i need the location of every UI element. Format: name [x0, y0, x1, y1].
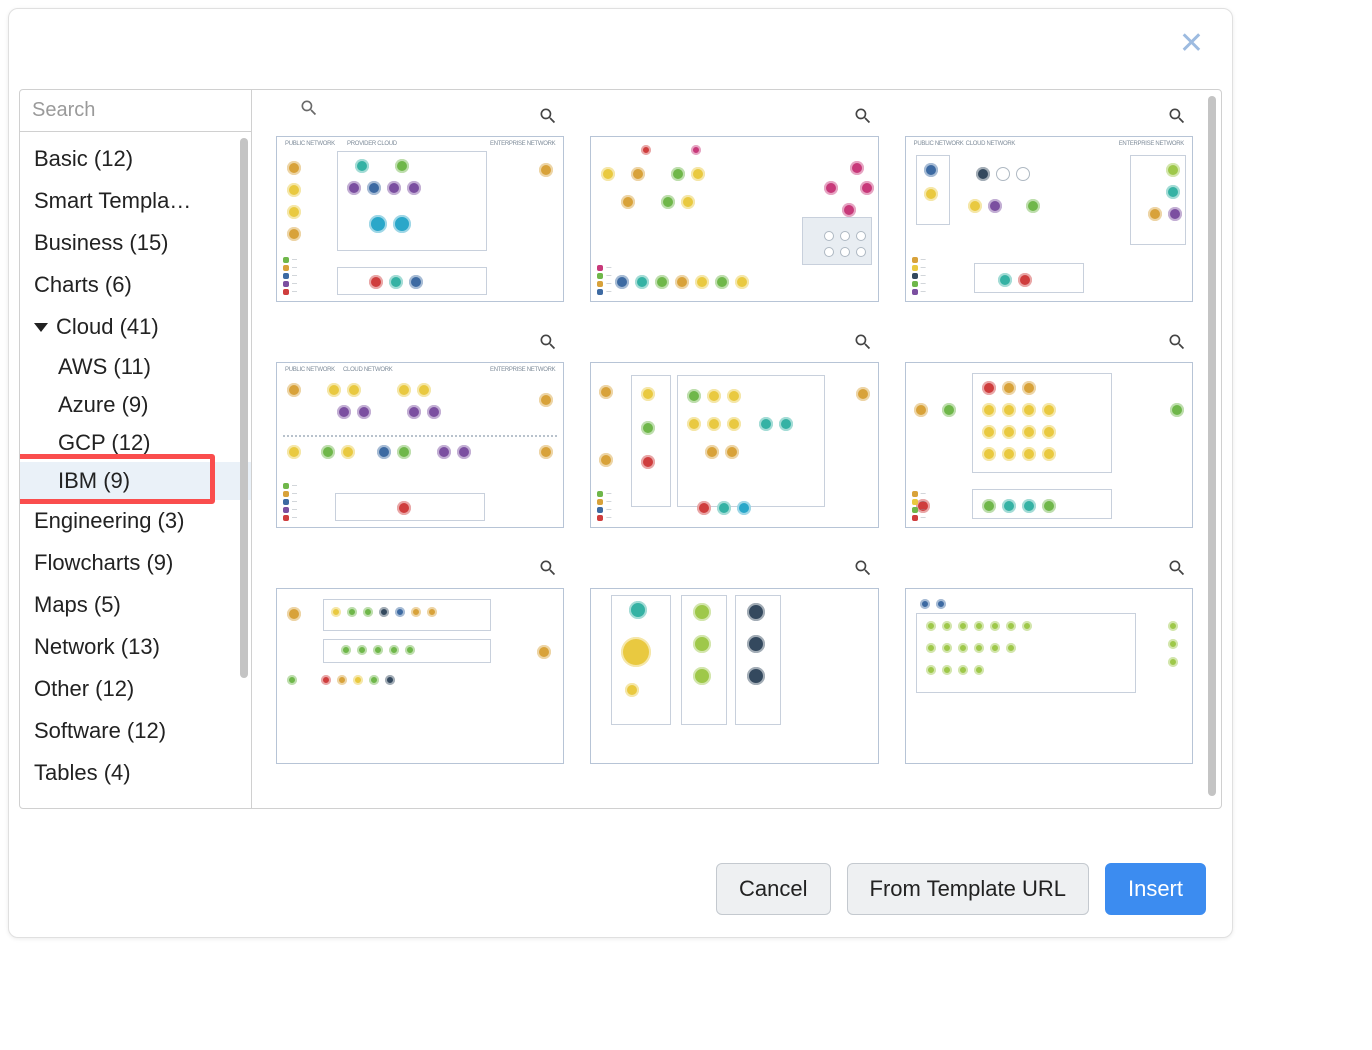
- zoom-icon[interactable]: [538, 332, 558, 357]
- category-network[interactable]: Network (13): [20, 626, 251, 668]
- zoom-icon[interactable]: [853, 106, 873, 131]
- sidebar-scrollbar[interactable]: [240, 138, 248, 678]
- template-tile[interactable]: [905, 554, 1193, 694]
- search-bar: [20, 90, 251, 132]
- category-flowcharts[interactable]: Flowcharts (9): [20, 542, 251, 584]
- category-maps[interactable]: Maps (5): [20, 584, 251, 626]
- subcategory-aws[interactable]: AWS (11): [20, 348, 251, 386]
- template-tile[interactable]: PUBLIC NETWORK PROVIDER CLOUD ENTERPRISE…: [276, 102, 564, 302]
- template-tile[interactable]: ————: [590, 102, 878, 302]
- template-thumbnail: PUBLIC NETWORK PROVIDER CLOUD ENTERPRISE…: [276, 136, 564, 302]
- zoom-icon[interactable]: [853, 558, 873, 583]
- subcategory-azure[interactable]: Azure (9): [20, 386, 251, 424]
- zoom-icon[interactable]: [538, 106, 558, 131]
- category-tree: Basic (12) Smart Templa… Business (15) C…: [20, 132, 251, 808]
- dialog-body: Basic (12) Smart Templa… Business (15) C…: [19, 89, 1222, 809]
- zoom-icon[interactable]: [1167, 106, 1187, 131]
- template-thumbnail: ————: [905, 362, 1193, 528]
- close-icon[interactable]: ✕: [1179, 29, 1204, 59]
- subcategory-ibm[interactable]: IBM (9): [20, 462, 251, 500]
- category-cloud[interactable]: Cloud (41): [20, 306, 251, 348]
- zoom-icon[interactable]: [1167, 332, 1187, 357]
- template-tile[interactable]: ————: [905, 328, 1193, 528]
- template-thumbnail: [905, 588, 1193, 764]
- category-business[interactable]: Business (15): [20, 222, 251, 264]
- template-thumbnail: ————: [590, 362, 878, 528]
- sidebar: Basic (12) Smart Templa… Business (15) C…: [20, 90, 252, 808]
- template-tile[interactable]: [276, 554, 564, 694]
- template-thumbnail: [276, 588, 564, 764]
- template-thumbnail: ————: [590, 136, 878, 302]
- template-thumbnail: [590, 588, 878, 764]
- category-other[interactable]: Other (12): [20, 668, 251, 710]
- subcategory-gcp[interactable]: GCP (12): [20, 424, 251, 462]
- template-thumbnail: PUBLIC NETWORK CLOUD NETWORK ENTERPRISE …: [276, 362, 564, 528]
- gallery-grid: PUBLIC NETWORK PROVIDER CLOUD ENTERPRISE…: [252, 90, 1221, 808]
- template-tile[interactable]: [590, 554, 878, 694]
- zoom-icon[interactable]: [853, 332, 873, 357]
- zoom-icon[interactable]: [538, 558, 558, 583]
- from-template-url-button[interactable]: From Template URL: [847, 863, 1089, 915]
- template-thumbnail: PUBLIC NETWORK CLOUD NETWORK ENTERPRISE …: [905, 136, 1193, 302]
- template-dialog: ✕ Basic (12) Smart Templa… Business (15)…: [8, 8, 1233, 938]
- category-engineering[interactable]: Engineering (3): [20, 500, 251, 542]
- template-tile[interactable]: ————: [590, 328, 878, 528]
- category-tables[interactable]: Tables (4): [20, 752, 251, 794]
- category-charts[interactable]: Charts (6): [20, 264, 251, 306]
- dialog-footer: Cancel From Template URL Insert: [716, 863, 1206, 915]
- template-tile[interactable]: PUBLIC NETWORK CLOUD NETWORK ENTERPRISE …: [276, 328, 564, 528]
- template-gallery: PUBLIC NETWORK PROVIDER CLOUD ENTERPRISE…: [252, 90, 1221, 808]
- category-basic[interactable]: Basic (12): [20, 138, 251, 180]
- category-software[interactable]: Software (12): [20, 710, 251, 752]
- zoom-icon[interactable]: [1167, 558, 1187, 583]
- gallery-scrollbar[interactable]: [1208, 96, 1216, 796]
- template-tile[interactable]: PUBLIC NETWORK CLOUD NETWORK ENTERPRISE …: [905, 102, 1193, 302]
- insert-button[interactable]: Insert: [1105, 863, 1206, 915]
- category-smart-templates[interactable]: Smart Templa…: [20, 180, 251, 222]
- cancel-button[interactable]: Cancel: [716, 863, 830, 915]
